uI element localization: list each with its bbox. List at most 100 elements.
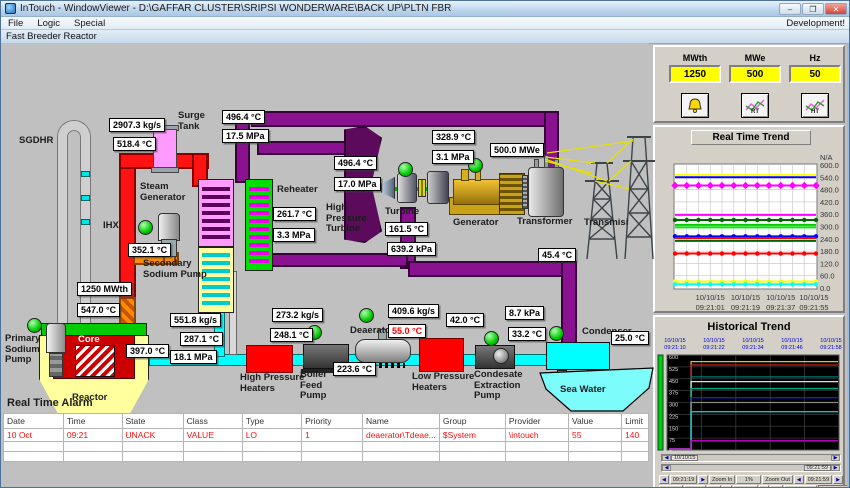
scrollbar-left-arrow-icon[interactable]: ◀: [662, 455, 671, 461]
scrollbar-date-chip[interactable]: 10/10/15: [671, 455, 699, 461]
alarm-column-header: Name: [361, 413, 440, 429]
scrollbar-left-arrow-icon[interactable]: ◀: [662, 465, 671, 471]
svg-text:300.0: 300.0: [820, 223, 839, 232]
restore-button[interactable]: ❐: [802, 2, 824, 15]
svg-text:360.0: 360.0: [820, 210, 839, 219]
real-time-trend-chart: N/A600.0540.0480.0420.0360.0300.0240.018…: [671, 153, 839, 312]
alarm-cell: 1: [301, 428, 363, 442]
hist-control-zoom-in[interactable]: Zoom In: [709, 475, 736, 484]
value-box: 496.4 °C: [334, 156, 378, 170]
hist-control--[interactable]: ◀: [793, 475, 804, 484]
close-button[interactable]: ✕: [825, 2, 847, 15]
equipment-label: Reactor: [72, 392, 108, 403]
alarm-empty-row: [3, 451, 649, 462]
status-lamp-icon: [359, 308, 374, 323]
historical-trend-scrollbar-time[interactable]: ◀ 09:21:59 ▶: [661, 464, 841, 472]
metric-mwe: MWe 500: [729, 53, 781, 83]
value-box: 3.3 MPa: [273, 228, 315, 242]
value-box: 1250 MWth: [77, 282, 133, 296]
hist-control--[interactable]: ▶: [698, 475, 709, 484]
real-time-trend-panel: Real Time Trend N/A 600.0 540.0 480.0 420.0 3…: [653, 125, 845, 313]
equipment-label: Turbine: [385, 206, 420, 217]
scrollbar-right-arrow-icon[interactable]: ▶: [831, 455, 840, 461]
tab-fast-breeder-reactor[interactable]: Fast Breeder Reactor: [1, 30, 849, 44]
alarm-column-header: State: [121, 413, 184, 429]
surge-tank-cap-bottom: [151, 167, 179, 173]
turbine-coupling: [418, 179, 426, 197]
equipment-label: Primary Sodium Pump: [5, 333, 41, 366]
alarm-row[interactable]: 10 Oct 09:21 UNACK VALUE LO 1 deaerator\Tdeae.…: [3, 428, 649, 442]
svg-text:540.0: 540.0: [820, 173, 839, 182]
hist-control-09-21-19[interactable]: 09:21:19: [669, 475, 698, 484]
transmission-towers: [544, 136, 655, 260]
scrollbar-right-arrow-icon[interactable]: ▶: [831, 465, 840, 471]
metric-label: MWe: [744, 53, 766, 63]
real-time-alarm-table[interactable]: Date Time State Class Type Priority Name Group P…: [3, 413, 649, 462]
metric-mwth: MWth 1250: [669, 53, 721, 83]
hist-control-zoom-out[interactable]: Zoom Out: [762, 475, 793, 484]
historical-trend-scrollbar-date[interactable]: ◀ 10/10/15 ▶: [661, 454, 841, 462]
primary-sodium-pump: [46, 323, 66, 353]
svg-text:600.0: 600.0: [820, 161, 839, 170]
value-box: 18.1 MPa: [170, 350, 217, 364]
value-box: 17.0 MPa: [334, 177, 381, 191]
status-lamp-icon: [549, 326, 564, 341]
hist-control--[interactable]: ◀: [659, 475, 669, 484]
value-box: 287.1 °C: [180, 332, 224, 346]
alarm-column-header: Value: [567, 413, 623, 429]
generator-pipe: [461, 169, 469, 181]
hist-control--[interactable]: ▶: [833, 475, 843, 484]
steam-generator-hot-section: [198, 179, 234, 247]
svg-text:09:21:01: 09:21:01: [696, 303, 725, 312]
value-box: 328.9 °C: [432, 130, 476, 144]
hist-control-1-[interactable]: 1%: [736, 475, 762, 484]
historical-trend-controls-row1: ◀ 09:21:19 ▶ Zoom In 1% Zoom Out ◀ 09:21:59 ▶: [659, 475, 843, 484]
turbine-inlet-cone: [381, 177, 395, 199]
reheater: [245, 179, 273, 271]
alarm-cell: 55: [567, 428, 623, 442]
hist-control-09-21-59[interactable]: 09:21:59: [804, 475, 833, 484]
pipe-exhaust-horizontal: [408, 261, 577, 277]
scrollbar-time-chip[interactable]: 09:21:59: [803, 465, 831, 471]
value-box: 2907.3 kg/s: [109, 118, 166, 132]
svg-text:480.0: 480.0: [820, 186, 839, 195]
menu-file[interactable]: File: [1, 18, 30, 29]
sgdhr-valve-mark: [81, 219, 90, 225]
minimize-button[interactable]: –: [779, 2, 801, 15]
value-box: 500.0 MWe: [490, 143, 544, 157]
equipment-label: Secondary Sodium Pump: [143, 258, 207, 280]
sgdhr-valve-mark: [81, 195, 90, 201]
svg-text:225: 225: [669, 414, 678, 420]
low-pressure-heaters-block: [419, 338, 464, 372]
equipment-label: Surge Tank: [178, 110, 205, 132]
alarm-bell-icon[interactable]: [681, 93, 709, 118]
svg-text:180.0: 180.0: [820, 247, 839, 256]
pipe-hot-sodium-riser: [119, 153, 136, 303]
value-box: 33.2 °C: [508, 327, 547, 341]
equipment-label: High Pressure Heaters: [240, 372, 305, 394]
svg-text:09:21:10: 09:21:10: [664, 345, 685, 351]
real-time-trend-icon[interactable]: RT: [741, 93, 769, 118]
menu-logic[interactable]: Logic: [30, 18, 67, 29]
metric-label: Hz: [809, 53, 821, 63]
svg-text:10/10/15: 10/10/15: [696, 293, 725, 302]
primary-sodium-pump-base: [49, 353, 63, 377]
value-box: 55.0 °C: [388, 324, 427, 338]
sgdhr-valve-mark: [81, 171, 90, 177]
equipment-label: Generator: [453, 217, 499, 228]
alarm-cell: 09:21: [62, 428, 123, 442]
menu-special[interactable]: Special: [67, 18, 112, 29]
value-box: 3.1 MPa: [432, 150, 474, 164]
value-box: 639.2 kPa: [387, 242, 437, 256]
svg-text:10/10/15: 10/10/15: [766, 293, 795, 302]
svg-text:09:21:34: 09:21:34: [742, 345, 763, 351]
turbine-casing: [397, 173, 417, 203]
alarm-empty-row: [3, 441, 649, 452]
historical-trend-icon[interactable]: HT: [801, 93, 829, 118]
tab-title: Fast Breeder Reactor: [6, 31, 97, 42]
metric-value: 500: [729, 65, 781, 83]
alarm-cell: VALUE: [182, 428, 243, 442]
value-box: 25.0 °C: [611, 331, 650, 345]
value-box: 352.1 °C: [128, 243, 172, 257]
alarm-column-header: Date: [3, 413, 64, 429]
